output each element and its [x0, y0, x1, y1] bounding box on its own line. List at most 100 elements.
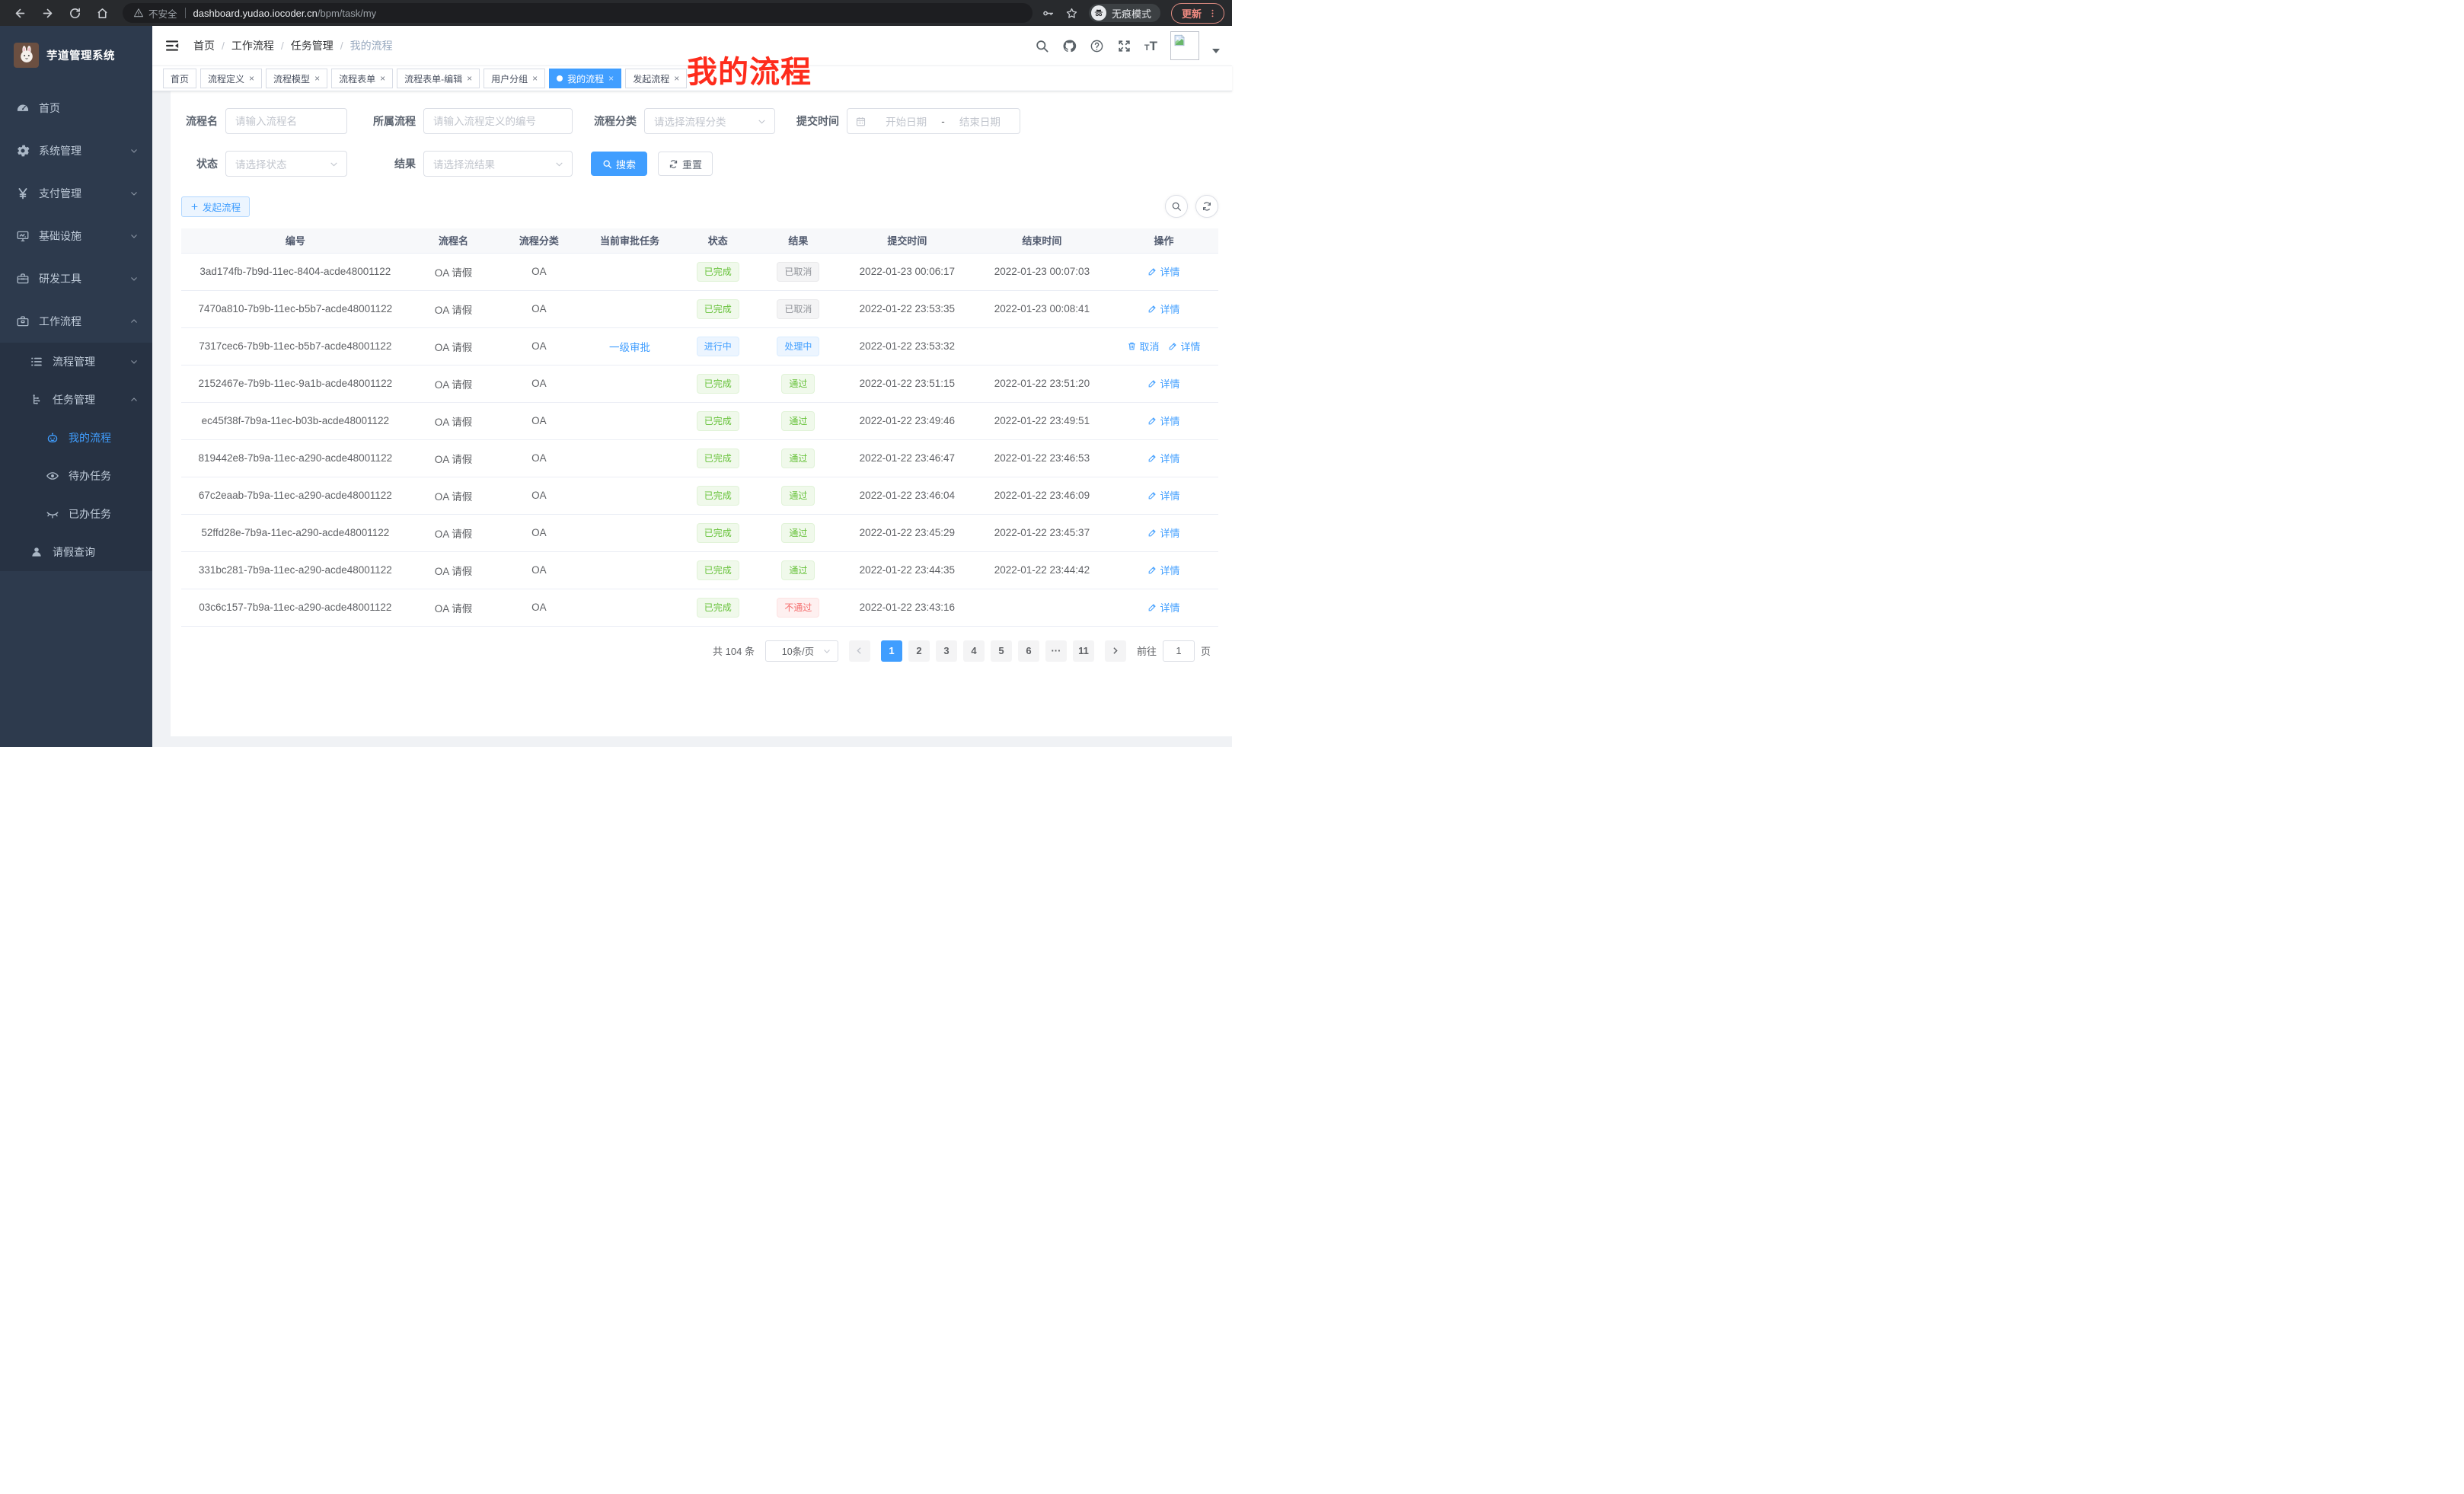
- create-process-button[interactable]: 发起流程: [181, 196, 250, 217]
- page-button-3[interactable]: 3: [936, 640, 957, 662]
- pagination: 共 104 条 10条/页 123456···11 前往 页: [181, 640, 1218, 662]
- sidebar-item-已办任务[interactable]: 已办任务: [0, 495, 152, 533]
- sidebar-item-研发工具[interactable]: 研发工具: [0, 257, 152, 300]
- breadcrumb-separator: /: [222, 40, 225, 52]
- more-vert-icon[interactable]: [1208, 8, 1218, 18]
- close-icon[interactable]: ×: [608, 74, 614, 83]
- 详情-action-link[interactable]: 详情: [1147, 302, 1179, 316]
- page-button-4[interactable]: 4: [963, 640, 985, 662]
- infra-icon: [16, 229, 30, 243]
- forward-icon[interactable]: [41, 7, 54, 20]
- breadcrumb-task-mgmt[interactable]: 任务管理: [291, 38, 334, 53]
- reload-icon[interactable]: [69, 7, 81, 20]
- page-button-2[interactable]: 2: [908, 640, 930, 662]
- address-bar[interactable]: 不安全 dashboard.yudao.iocoder.cn/bpm/task/…: [123, 3, 1033, 23]
- page-button-11[interactable]: 11: [1073, 640, 1094, 662]
- search-icon[interactable]: [1035, 39, 1049, 53]
- close-icon[interactable]: ×: [467, 74, 472, 83]
- process-name-input[interactable]: [225, 108, 347, 134]
- page-button-5[interactable]: 5: [991, 640, 1012, 662]
- refresh-table-button[interactable]: [1195, 195, 1218, 218]
- tab-流程表单-编辑[interactable]: 流程表单-编辑×: [397, 69, 480, 88]
- incognito-label: 无痕模式: [1112, 6, 1151, 21]
- search-button[interactable]: 搜索: [591, 152, 647, 176]
- close-icon[interactable]: ×: [532, 74, 538, 83]
- tab-流程定义[interactable]: 流程定义×: [200, 69, 262, 88]
- tab-用户分组[interactable]: 用户分组×: [484, 69, 545, 88]
- 详情-action-link[interactable]: 详情: [1147, 451, 1179, 465]
- page-button-6[interactable]: 6: [1018, 640, 1039, 662]
- sidebar-item-我的流程[interactable]: 我的流程: [0, 419, 152, 457]
- next-page-button[interactable]: [1105, 640, 1126, 662]
- table-row: 331bc281-7b9a-11ec-a290-acde48001122OA 请…: [181, 551, 1218, 589]
- filter-process-name: 流程名: [181, 108, 347, 134]
- reset-button[interactable]: 重置: [658, 152, 713, 176]
- 详情-action-link[interactable]: 详情: [1147, 525, 1179, 540]
- back-icon[interactable]: [14, 7, 27, 20]
- 详情-action-link[interactable]: 详情: [1147, 600, 1179, 615]
- row-actions: 详情: [1147, 302, 1179, 316]
- goto-page-input[interactable]: [1163, 640, 1195, 662]
- sidebar-item-待办任务[interactable]: 待办任务: [0, 457, 152, 495]
- update-button[interactable]: 更新: [1171, 3, 1224, 24]
- cell-process-name: OA 请假: [410, 514, 498, 551]
- font-size-icon[interactable]: TT: [1144, 40, 1157, 53]
- prev-page-button[interactable]: [849, 640, 870, 662]
- cell-status: 进行中: [679, 327, 757, 365]
- sidebar-item-工作流程[interactable]: 工作流程: [0, 300, 152, 343]
- github-icon[interactable]: [1062, 39, 1077, 53]
- sidebar-fold-icon[interactable]: [164, 38, 180, 53]
- 取消-action-link[interactable]: 取消: [1127, 339, 1159, 353]
- status-select[interactable]: 请选择状态: [225, 151, 347, 177]
- security-label[interactable]: 不安全: [148, 6, 177, 21]
- result-select[interactable]: 请选择流结果: [423, 151, 573, 177]
- 详情-action-link[interactable]: 详情: [1147, 563, 1179, 577]
- 详情-action-link[interactable]: 详情: [1147, 488, 1179, 503]
- current-task-link[interactable]: 一级审批: [609, 342, 650, 353]
- status-badge: 已完成: [697, 523, 739, 543]
- sidebar-item-系统管理[interactable]: 系统管理: [0, 129, 152, 172]
- breadcrumb-home[interactable]: 首页: [193, 38, 215, 53]
- 详情-action-link[interactable]: 详情: [1147, 264, 1179, 279]
- help-icon[interactable]: [1090, 39, 1104, 53]
- fullscreen-icon[interactable]: [1117, 39, 1131, 53]
- sidebar-item-请假查询[interactable]: 请假查询: [0, 533, 152, 571]
- tab-流程模型[interactable]: 流程模型×: [266, 69, 327, 88]
- action-label: 详情: [1160, 413, 1179, 428]
- sidebar-item-支付管理[interactable]: 支付管理: [0, 172, 152, 215]
- avatar[interactable]: [1170, 31, 1199, 60]
- bookmark-star-icon[interactable]: [1065, 7, 1078, 20]
- sidebar-item-label: 基础设施: [39, 228, 81, 244]
- cell-current-task: [580, 402, 678, 439]
- sidebar-item-流程管理[interactable]: 流程管理: [0, 343, 152, 381]
- close-icon[interactable]: ×: [314, 74, 320, 83]
- breadcrumb-workflow[interactable]: 工作流程: [231, 38, 274, 53]
- more-pages-button[interactable]: ···: [1045, 640, 1067, 662]
- close-icon[interactable]: ×: [674, 74, 679, 83]
- show-search-button[interactable]: [1165, 195, 1188, 218]
- key-icon[interactable]: [1042, 7, 1055, 20]
- close-icon[interactable]: ×: [249, 74, 254, 83]
- cell-actions: 详情: [1109, 589, 1218, 626]
- process-def-input[interactable]: [423, 108, 573, 134]
- column-header-流程分类: 流程分类: [497, 228, 580, 253]
- home-icon[interactable]: [96, 7, 109, 20]
- 详情-action-link[interactable]: 详情: [1147, 413, 1179, 428]
- close-icon[interactable]: ×: [380, 74, 385, 83]
- sidebar-item-任务管理[interactable]: 任务管理: [0, 381, 152, 419]
- sidebar-item-基础设施[interactable]: 基础设施: [0, 215, 152, 257]
- sidebar-item-首页[interactable]: 首页: [0, 87, 152, 129]
- 详情-action-link[interactable]: 详情: [1168, 339, 1200, 353]
- date-range-picker[interactable]: 开始日期 - 结束日期: [847, 108, 1020, 134]
- page-button-1[interactable]: 1: [881, 640, 902, 662]
- tab-发起流程[interactable]: 发起流程×: [625, 69, 687, 88]
- category-select[interactable]: 请选择流程分类: [644, 108, 775, 134]
- avatar-dropdown-caret-icon[interactable]: [1212, 49, 1220, 53]
- gear-icon: [16, 144, 30, 158]
- tab-流程表单[interactable]: 流程表单×: [331, 69, 393, 88]
- tab-我的流程[interactable]: 我的流程×: [549, 69, 621, 88]
- tab-首页[interactable]: 首页: [163, 69, 196, 88]
- 详情-action-link[interactable]: 详情: [1147, 376, 1179, 391]
- page-size-select[interactable]: 10条/页: [765, 640, 838, 662]
- eye-icon: [46, 469, 59, 483]
